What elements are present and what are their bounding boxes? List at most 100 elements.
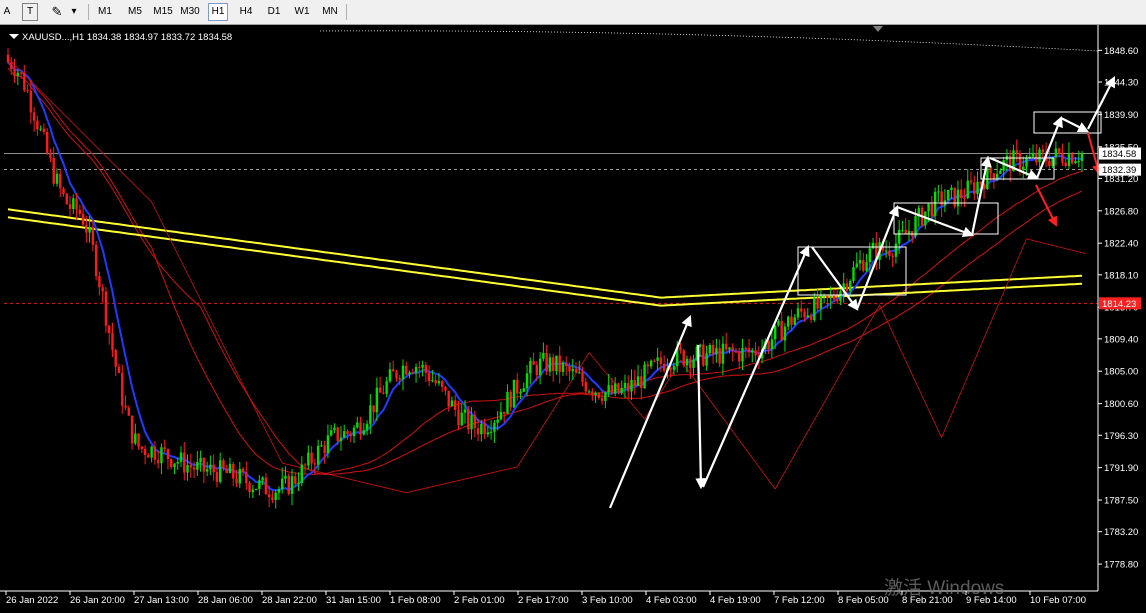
candle-body bbox=[783, 326, 787, 341]
candle-body bbox=[362, 430, 366, 435]
candle-body bbox=[88, 226, 91, 233]
candle-body bbox=[806, 315, 809, 318]
candle-body bbox=[258, 480, 261, 489]
activate-windows-watermark: 激活 Windows bbox=[884, 578, 1005, 599]
candle-body bbox=[271, 497, 274, 500]
y-tick-label: 1787.50 bbox=[1104, 496, 1138, 507]
text-tool-icon[interactable]: T bbox=[22, 3, 38, 21]
chevron-down-icon[interactable]: ▾ bbox=[68, 3, 80, 21]
candle-body bbox=[679, 347, 682, 351]
timeframe-m15-button[interactable]: M15 bbox=[151, 3, 175, 21]
candle-body bbox=[375, 387, 379, 413]
timeframe-w1-button[interactable]: W1 bbox=[291, 3, 313, 21]
candle-body bbox=[946, 190, 950, 201]
timeframe-m5-button[interactable]: M5 bbox=[124, 3, 146, 21]
candle-body bbox=[372, 405, 375, 413]
white-arrow[interactable] bbox=[701, 244, 810, 488]
candle-body bbox=[816, 297, 819, 309]
candle-body bbox=[705, 353, 708, 366]
font-tool-icon[interactable]: A bbox=[2, 3, 12, 21]
candle-body bbox=[251, 489, 255, 493]
candle-body bbox=[796, 308, 800, 318]
candle-body bbox=[284, 475, 287, 479]
candle-body bbox=[343, 431, 346, 438]
candle-body bbox=[398, 378, 401, 380]
candle-body bbox=[581, 372, 584, 382]
candle-body bbox=[316, 445, 320, 465]
white-arrow[interactable] bbox=[608, 314, 692, 509]
red-arrow[interactable] bbox=[1087, 132, 1102, 175]
candle-body bbox=[49, 152, 52, 158]
candle-body bbox=[127, 407, 130, 416]
candle-body bbox=[538, 358, 542, 376]
candle-body bbox=[728, 347, 731, 350]
candle-body bbox=[839, 291, 842, 302]
white-arrow[interactable] bbox=[1035, 115, 1063, 179]
candle-body bbox=[937, 191, 940, 193]
price-chart[interactable]: 1848.601844.301839.901835.501831.201826.… bbox=[0, 25, 1146, 608]
candle-body bbox=[91, 226, 95, 245]
timeframe-d1-button[interactable]: D1 bbox=[263, 3, 285, 21]
x-tick-label: 4 Feb 19:00 bbox=[710, 595, 761, 606]
candle-body bbox=[770, 339, 774, 350]
chart-shift-marker[interactable] bbox=[873, 26, 883, 32]
candle-body bbox=[65, 193, 68, 205]
candle-body bbox=[156, 459, 160, 464]
timeframe-m30-button[interactable]: M30 bbox=[178, 3, 202, 21]
candle-body bbox=[532, 360, 535, 365]
candle-body bbox=[845, 283, 849, 291]
symbol-dropdown-icon[interactable] bbox=[9, 34, 19, 39]
candle-body bbox=[444, 386, 447, 391]
candle-body bbox=[248, 483, 251, 493]
x-tick-label: 2 Feb 01:00 bbox=[454, 595, 505, 606]
candlestick-chart[interactable]: 1848.601844.301839.901835.501831.201826.… bbox=[0, 25, 1146, 608]
candle-body bbox=[147, 454, 150, 458]
white-arrow[interactable] bbox=[695, 344, 707, 490]
candle-body bbox=[241, 468, 245, 473]
candle-body bbox=[574, 368, 578, 373]
white-arrow[interactable] bbox=[1060, 117, 1089, 132]
candle-body bbox=[904, 229, 907, 234]
toolbar-divider bbox=[88, 4, 89, 20]
candle-body bbox=[454, 400, 457, 410]
candle-body bbox=[953, 187, 956, 207]
candle-body bbox=[470, 415, 473, 430]
candle-body bbox=[711, 345, 715, 355]
timeframe-mn-button[interactable]: MN bbox=[319, 3, 341, 21]
timeframe-h1-button[interactable]: H1 bbox=[208, 3, 228, 21]
timeframe-h4-button[interactable]: H4 bbox=[235, 3, 257, 21]
candle-body bbox=[52, 157, 55, 184]
timeframe-m1-button[interactable]: M1 bbox=[95, 3, 115, 21]
candle-body bbox=[731, 347, 734, 352]
candle-body bbox=[966, 180, 969, 199]
candle-body bbox=[140, 446, 144, 449]
candle-body bbox=[698, 344, 702, 348]
candle-body bbox=[849, 280, 852, 291]
candle-body bbox=[907, 230, 911, 234]
candle-body bbox=[408, 372, 411, 375]
candle-body bbox=[192, 467, 196, 470]
candle-body bbox=[571, 368, 574, 372]
candle-body bbox=[68, 204, 72, 209]
candle-body bbox=[277, 488, 281, 493]
candle-body bbox=[640, 376, 643, 389]
y-tick-label: 1822.40 bbox=[1104, 239, 1138, 250]
x-tick-label: 31 Jan 15:00 bbox=[326, 595, 381, 606]
pattern-box[interactable] bbox=[893, 202, 999, 235]
candle-body bbox=[662, 363, 666, 371]
candle-body bbox=[349, 434, 352, 437]
candle-body bbox=[1067, 153, 1071, 167]
candle-body bbox=[336, 427, 339, 442]
draw-tool-icon[interactable]: ✎ bbox=[48, 3, 66, 21]
candle-body bbox=[427, 372, 431, 382]
candle-body bbox=[1025, 157, 1028, 167]
candle-body bbox=[813, 297, 816, 321]
x-tick-label: 8 Feb 05:00 bbox=[838, 595, 889, 606]
candle-body bbox=[261, 477, 264, 481]
candle-body bbox=[809, 315, 813, 321]
candle-body bbox=[395, 371, 398, 379]
candle-body bbox=[865, 262, 868, 271]
candle-body bbox=[724, 343, 728, 350]
candle-body bbox=[930, 203, 934, 217]
candle-body bbox=[1038, 149, 1041, 163]
